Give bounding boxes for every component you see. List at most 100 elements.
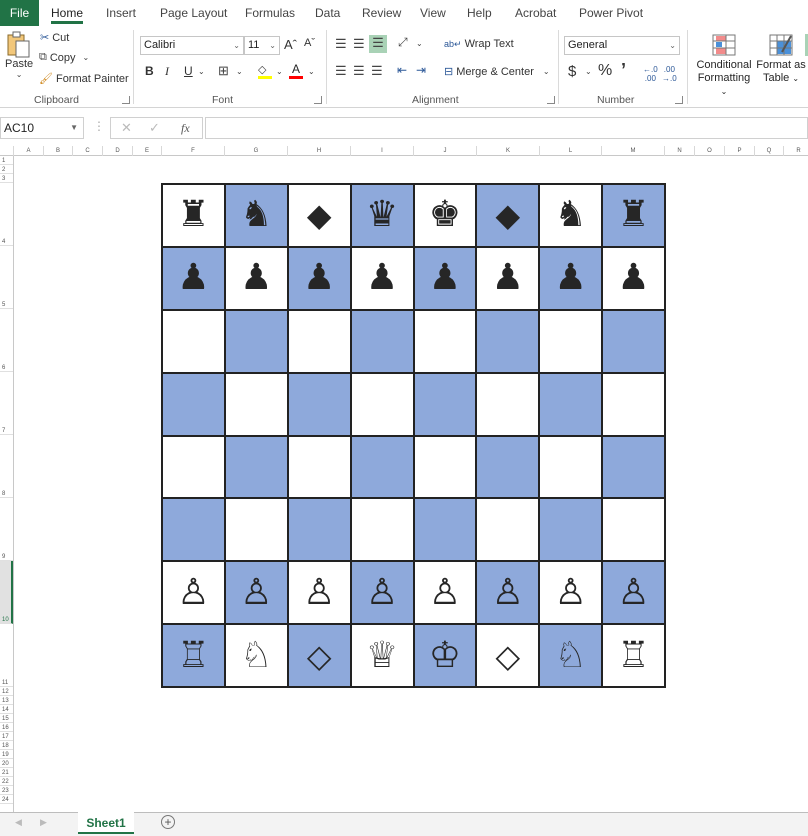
row-header[interactable]: 12 [0,687,13,696]
column-header[interactable]: E [133,146,162,156]
board-square[interactable]: ♟ [476,246,540,310]
board-square[interactable] [476,372,540,436]
row-header[interactable]: 23 [0,786,13,795]
board-square[interactable]: ♟ [602,246,665,310]
select-all-corner[interactable] [0,146,14,156]
board-square[interactable] [162,435,225,499]
scroll-right-icon[interactable]: ▶ [40,817,47,828]
tab-help[interactable]: Help [467,0,492,26]
board-square[interactable] [287,372,351,436]
increase-decimal-icon[interactable]: ←.0.00 [643,65,658,83]
align-bottom-icon[interactable]: ☰ [369,35,387,53]
percent-button[interactable]: % [598,62,612,80]
enter-check-icon[interactable]: ✓ [149,120,160,136]
row-header[interactable]: 15 [0,714,13,723]
fill-color-button[interactable]: ◇ [258,63,272,79]
align-center-icon[interactable]: ☰ [353,63,365,79]
add-sheet-icon[interactable]: + [161,815,175,829]
board-square[interactable] [224,372,288,436]
board-square[interactable] [287,498,351,562]
board-square[interactable] [162,372,225,436]
column-header[interactable]: G [225,146,288,156]
row-header[interactable]: 14 [0,705,13,714]
board-square[interactable]: ◇ [287,624,351,687]
row-header[interactable]: 24 [0,795,13,804]
board-square[interactable] [413,435,477,499]
board-square[interactable]: ♜ [162,184,225,247]
chevron-down-icon[interactable]: ⌄ [276,67,283,76]
tab-insert[interactable]: Insert [106,0,136,26]
board-square[interactable]: ♟ [162,246,225,310]
board-square[interactable] [539,372,603,436]
more-options-icon[interactable]: ⋮ [93,119,105,133]
row-header[interactable]: 6 [0,309,13,372]
column-header[interactable]: D [103,146,133,156]
board-square[interactable]: ♙ [476,561,540,625]
board-square[interactable] [224,498,288,562]
borders-icon[interactable]: ⊞ [218,63,229,79]
board-square[interactable]: ♙ [350,561,414,625]
column-header[interactable]: O [695,146,725,156]
board-square[interactable]: ♟ [287,246,351,310]
tab-data[interactable]: Data [315,0,340,26]
board-square[interactable]: ♟ [224,246,288,310]
board-square[interactable] [350,435,414,499]
row-header[interactable]: 11 [0,624,13,687]
row-header[interactable]: 5 [0,246,13,309]
column-header[interactable]: H [288,146,351,156]
board-square[interactable]: ◆ [287,184,351,247]
board-square[interactable] [539,309,603,373]
column-header[interactable]: P [725,146,755,156]
cancel-icon[interactable]: ✕ [121,120,132,136]
board-square[interactable] [476,435,540,499]
row-header[interactable]: 19 [0,750,13,759]
row-header[interactable]: 17 [0,732,13,741]
alignment-launcher-icon[interactable] [547,96,555,104]
font-size-dropdown[interactable]: 11 ⌄ [244,36,280,55]
chevron-down-icon[interactable]: ⌄ [198,67,205,76]
tab-formulas[interactable]: Formulas [245,0,295,26]
row-header[interactable]: 22 [0,777,13,786]
clipboard-launcher-icon[interactable] [122,96,130,104]
currency-button[interactable]: $ [568,63,576,80]
board-square[interactable] [476,309,540,373]
board-square[interactable]: ♙ [162,561,225,625]
board-square[interactable] [224,309,288,373]
number-launcher-icon[interactable] [675,96,683,104]
board-square[interactable]: ♟ [413,246,477,310]
row-header[interactable]: 2 [0,165,13,174]
board-square[interactable]: ♖ [162,624,225,687]
format-painter-button[interactable]: 🖌 Format Painter [39,72,129,86]
tab-page-layout[interactable]: Page Layout [160,0,227,26]
scroll-left-icon[interactable]: ◀ [15,817,22,828]
conditional-formatting-button[interactable]: Conditional Formatting ⌄ [694,34,754,98]
board-square[interactable] [287,435,351,499]
board-square[interactable] [476,498,540,562]
board-square[interactable]: ♞ [539,184,603,247]
row-header[interactable]: 16 [0,723,13,732]
board-square[interactable]: ♛ [350,184,414,247]
board-square[interactable]: ♙ [602,561,665,625]
row-header[interactable]: 3 [0,174,13,183]
column-header[interactable]: F [162,146,225,156]
cut-button[interactable]: ✂ Cut [40,31,69,45]
column-header[interactable]: A [14,146,44,156]
board-square[interactable] [539,498,603,562]
board-square[interactable]: ♕ [350,624,414,687]
board-square[interactable]: ♘ [224,624,288,687]
number-format-dropdown[interactable]: General ⌄ [564,36,680,55]
board-square[interactable]: ♟ [350,246,414,310]
column-header[interactable]: C [73,146,103,156]
column-header[interactable]: M [602,146,665,156]
bold-button[interactable]: B [145,64,154,78]
board-square[interactable]: ♖ [602,624,665,687]
row-header[interactable]: 18 [0,741,13,750]
row-header[interactable]: 9 [0,498,13,561]
increase-indent-icon[interactable]: ⇥ [416,63,426,77]
column-header[interactable]: J [414,146,477,156]
tab-view[interactable]: View [420,0,446,26]
row-header[interactable]: 21 [0,768,13,777]
copy-button[interactable]: ⧉ Copy ⌄ [39,51,89,64]
column-header[interactable]: R [784,146,808,156]
underline-button[interactable]: U [184,64,193,78]
